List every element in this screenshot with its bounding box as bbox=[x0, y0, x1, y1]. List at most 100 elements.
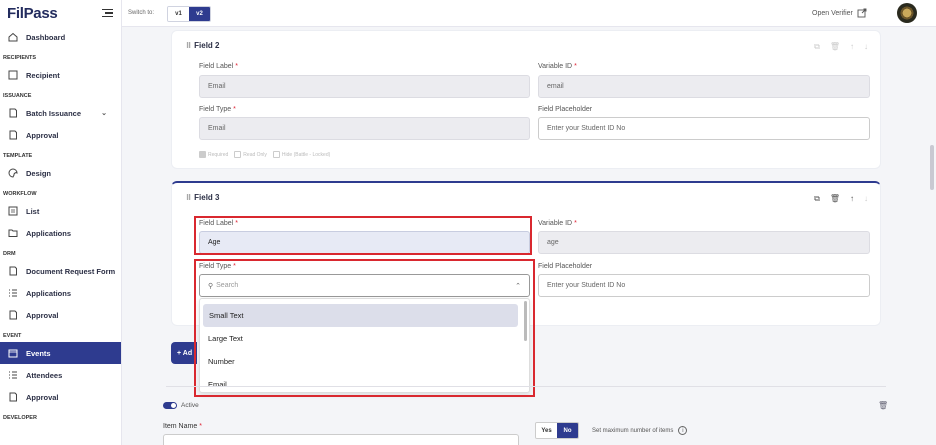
sidebar-item-label: Document Request Form bbox=[26, 266, 116, 276]
sidebar-item-label: List bbox=[26, 206, 40, 216]
sidebar-item-list[interactable]: List bbox=[0, 200, 121, 222]
open-verifier-link[interactable]: Open Verifier bbox=[812, 8, 867, 18]
field-2-actions: ⧉ 🗑 ↑ ↓ bbox=[814, 42, 868, 52]
chevron-down-icon: ⌄ bbox=[101, 110, 107, 117]
copy-icon[interactable]: ⧉ bbox=[814, 42, 820, 52]
version-switch: v1 v2 bbox=[167, 6, 211, 22]
sidebar-item-approval-issuance[interactable]: Approval bbox=[0, 124, 121, 146]
field-type-select[interactable]: Email bbox=[199, 117, 530, 140]
variable-id-input[interactable]: age bbox=[538, 231, 870, 254]
item-name-input[interactable] bbox=[163, 434, 519, 445]
sidebar-item-approval-event[interactable]: Approval bbox=[0, 386, 121, 408]
sidebar-item-design[interactable]: Design bbox=[0, 162, 121, 184]
trash-icon[interactable]: 🗑 bbox=[878, 401, 888, 410]
field-label-input[interactable]: Email bbox=[199, 75, 530, 98]
hide-checkbox[interactable]: Hide (Battle - Locked) bbox=[272, 151, 330, 158]
sidebar-item-dashboard[interactable]: Dashboard bbox=[0, 26, 121, 48]
search-icon: ⚲ bbox=[208, 282, 214, 290]
dropdown-scrollbar[interactable] bbox=[524, 301, 527, 341]
sidebar-item-recipient[interactable]: Recipient bbox=[0, 64, 121, 86]
drag-handle-icon[interactable]: ⠿ bbox=[186, 42, 191, 50]
arrow-down-icon[interactable]: ↓ bbox=[864, 42, 868, 52]
sidebar-item-label: Applications bbox=[26, 228, 72, 238]
list-numbered-icon bbox=[8, 370, 18, 380]
dropdown-option-large-text[interactable]: Large Text bbox=[200, 327, 529, 350]
sidebar-item-approval-drm[interactable]: Approval bbox=[0, 304, 121, 326]
switch-label: Switch to: bbox=[128, 10, 155, 16]
section-label-developer: DEVELOPER bbox=[3, 414, 37, 421]
list-numbered-icon bbox=[8, 288, 18, 298]
dropdown-option-number[interactable]: Number bbox=[200, 350, 529, 373]
drag-handle-icon[interactable]: ⠿ bbox=[186, 194, 191, 202]
field-2-header: ⠿ Field 2 bbox=[186, 41, 219, 50]
field-label-input[interactable]: Age bbox=[199, 231, 530, 254]
field-type-caption: Field Type * bbox=[199, 263, 236, 270]
no-button[interactable]: No bbox=[557, 423, 578, 438]
section-label-issuance: ISSUANCE bbox=[3, 92, 32, 99]
calendar-icon bbox=[8, 348, 18, 358]
item-name-label: Item Name * bbox=[163, 423, 202, 430]
required-checkbox[interactable]: Required bbox=[199, 151, 228, 158]
sidebar-item-events[interactable]: Events bbox=[0, 342, 121, 364]
field-placeholder-input[interactable]: Enter your Student ID No bbox=[538, 274, 870, 297]
trash-icon[interactable]: 🗑 bbox=[830, 194, 840, 204]
active-toggle[interactable] bbox=[163, 402, 177, 409]
sidebar-item-applications-workflow[interactable]: Applications bbox=[0, 222, 121, 244]
read-only-checkbox[interactable]: Read Only bbox=[234, 151, 267, 158]
home-icon bbox=[8, 32, 18, 42]
add-field-button[interactable]: + Ad bbox=[171, 342, 197, 364]
arrow-up-icon[interactable]: ↑ bbox=[850, 42, 854, 52]
field-title: Field 2 bbox=[194, 41, 220, 50]
sidebar-item-label: Events bbox=[26, 348, 51, 358]
arrow-down-icon[interactable]: ↓ bbox=[864, 194, 868, 204]
version-v2-button[interactable]: v2 bbox=[189, 7, 210, 21]
sidebar-item-applications-drm[interactable]: Applications bbox=[0, 282, 121, 304]
sidebar-item-label: Attendees bbox=[26, 370, 63, 380]
field-label-caption: Field Label * bbox=[199, 220, 238, 227]
menu-toggle-icon[interactable] bbox=[102, 8, 113, 18]
avatar[interactable] bbox=[897, 3, 917, 23]
field-placeholder-caption: Field Placeholder bbox=[538, 106, 593, 113]
arrow-up-icon[interactable]: ↑ bbox=[850, 194, 854, 204]
app-logo: FilPass bbox=[7, 4, 58, 22]
version-v1-button[interactable]: v1 bbox=[168, 7, 189, 21]
field-label-caption: Field Label * bbox=[199, 63, 238, 70]
sidebar-item-label: Applications bbox=[26, 288, 72, 298]
external-link-icon bbox=[857, 8, 867, 18]
variable-id-caption: Variable ID * bbox=[538, 63, 577, 70]
sidebar-item-attendees[interactable]: Attendees bbox=[0, 364, 121, 386]
yes-button[interactable]: Yes bbox=[536, 423, 557, 438]
field-placeholder-caption: Field Placeholder bbox=[538, 263, 593, 270]
sidebar-item-label: Recipient bbox=[26, 70, 60, 80]
max-items-toggle: Yes No bbox=[535, 422, 579, 439]
section-label-recipients: RECIPIENTS bbox=[3, 54, 37, 61]
dropdown-option-small-text[interactable]: Small Text bbox=[203, 304, 518, 327]
field-type-search[interactable]: ⚲ Search ⌃ bbox=[199, 274, 530, 297]
sidebar-item-label: Approval bbox=[26, 392, 59, 402]
field-options: Required Read Only Hide (Battle - Locked… bbox=[199, 151, 330, 158]
document-icon bbox=[8, 108, 18, 118]
field-type-dropdown: Small Text Large Text Number Email bbox=[199, 298, 530, 393]
field-title: Field 3 bbox=[194, 193, 220, 202]
sidebar-item-batch-issuance[interactable]: Batch Issuance ⌄ bbox=[0, 102, 121, 124]
approval-icon bbox=[8, 392, 18, 402]
copy-icon[interactable]: ⧉ bbox=[814, 194, 820, 204]
sidebar-item-document-request-form[interactable]: Document Request Form bbox=[0, 260, 121, 282]
palette-icon bbox=[8, 168, 18, 178]
open-verifier-label: Open Verifier bbox=[812, 9, 853, 17]
trash-icon[interactable]: 🗑 bbox=[830, 42, 840, 52]
section-label-workflow: WORKFLOW bbox=[3, 190, 37, 197]
approval-icon bbox=[8, 310, 18, 320]
field-placeholder-input[interactable]: Enter your Student ID No bbox=[538, 117, 870, 140]
dropdown-option-email[interactable]: Email bbox=[200, 373, 529, 396]
topbar: Switch to: v1 v2 Open Verifier bbox=[122, 0, 936, 27]
sidebar-item-label: Approval bbox=[26, 130, 59, 140]
info-icon[interactable]: i bbox=[678, 426, 688, 435]
field-type-caption: Field Type * bbox=[199, 106, 236, 113]
variable-id-caption: Variable ID * bbox=[538, 220, 577, 227]
page-scrollbar[interactable] bbox=[930, 145, 934, 190]
variable-id-input[interactable]: email bbox=[538, 75, 870, 98]
list-icon bbox=[8, 206, 18, 216]
folder-icon bbox=[8, 228, 18, 238]
recipient-icon bbox=[8, 70, 18, 80]
